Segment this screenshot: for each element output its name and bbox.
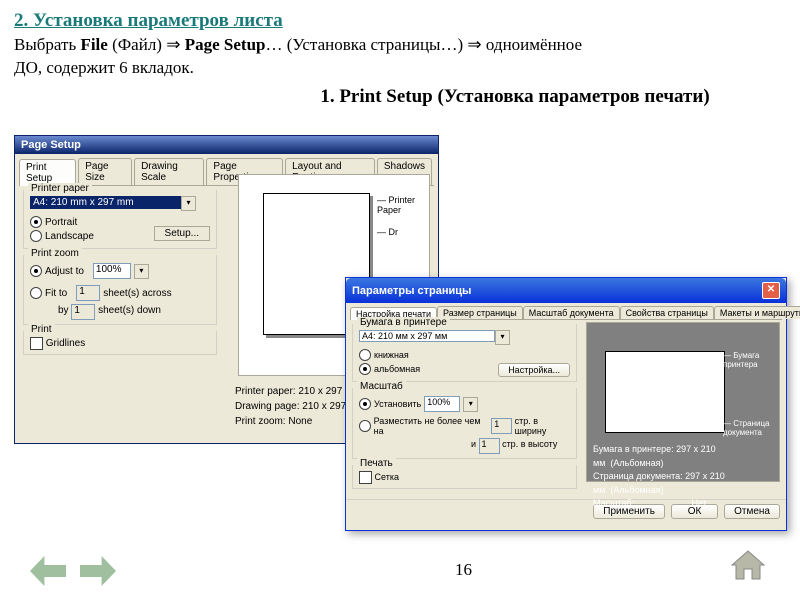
gridlines-checkbox[interactable] — [30, 337, 43, 350]
tab-page-size[interactable]: Page Size — [78, 158, 132, 185]
setup-button[interactable]: Настройка... — [498, 363, 570, 377]
printer-paper-group: A4: 210 mm x 297 mm▾ Portrait Landscape … — [23, 190, 217, 249]
tab-drawing-scale[interactable]: Drawing Scale — [134, 158, 204, 185]
setup-button[interactable]: Setup... — [154, 226, 210, 241]
home-icon[interactable] — [730, 549, 766, 586]
printer-paper-group: A4: 210 мм x 297 мм▾ книжная альбомная Н… — [352, 324, 577, 382]
preview-drawing-label: — Страница документа — [723, 419, 779, 437]
dropdown-icon[interactable]: ▾ — [495, 330, 510, 345]
section-heading: 2. Установка параметров листа — [0, 0, 800, 34]
tab-layout-routing[interactable]: Макеты и маршруты — [714, 306, 800, 319]
preview-pane: — Бумага принтера — Страница документа Б… — [586, 322, 780, 482]
print-group: Gridlines — [23, 331, 217, 355]
fit-across-value[interactable]: 1 — [491, 418, 511, 434]
print-zoom-group: Установить 100%▾ Разместить не более чем… — [352, 388, 577, 459]
paper-size-select[interactable]: A4: 210 мм x 297 мм — [359, 330, 495, 342]
next-arrow-icon[interactable] — [80, 556, 116, 586]
dropdown-icon[interactable]: ▾ — [134, 264, 149, 279]
numbered-subheading: 1. Print Setup (Установка параметров печ… — [0, 80, 800, 108]
dropdown-icon[interactable]: ▾ — [463, 397, 478, 412]
fit-down-value[interactable]: 1 — [479, 438, 500, 454]
print-group: Сетка — [352, 465, 577, 489]
tab-page-size[interactable]: Размер страницы — [437, 306, 523, 319]
tab-drawing-scale[interactable]: Масштаб документа — [523, 306, 620, 319]
radio-adjust-to[interactable]: Установить 100%▾ — [359, 396, 570, 412]
radio-fit-to[interactable]: Fit to 1 sheet(s) across — [30, 285, 210, 301]
tab-print-setup[interactable]: Print Setup — [19, 159, 76, 186]
preview-drawing-label: — Dr — [377, 227, 398, 237]
fit-across-value[interactable]: 1 — [76, 285, 100, 301]
paper-size-select[interactable]: A4: 210 mm x 297 mm — [30, 196, 181, 209]
radio-landscape[interactable]: альбомная — [359, 363, 420, 375]
dropdown-icon[interactable]: ▾ — [181, 196, 196, 211]
tab-page-properties[interactable]: Свойства страницы — [620, 306, 714, 319]
dialog-title: Параметры страницы ✕ — [346, 278, 786, 303]
gridlines-checkbox[interactable] — [359, 471, 372, 484]
radio-adjust-to[interactable]: Adjust to 100%▾ — [30, 263, 210, 279]
adjust-value[interactable]: 100% — [424, 396, 460, 412]
preview-printer-label: — Бумага принтера — [723, 351, 779, 369]
radio-portrait[interactable]: Portrait — [30, 216, 94, 228]
radio-fit-to[interactable]: Разместить не более чем на 1 стр. в шири… — [359, 416, 570, 436]
print-zoom-group: Adjust to 100%▾ Fit to 1 sheet(s) across… — [23, 255, 217, 325]
radio-portrait[interactable]: книжная — [359, 349, 420, 361]
body-text: Выбрать File (Файл) ⇒ Page Setup… (Устан… — [0, 34, 800, 80]
prev-arrow-icon[interactable] — [30, 556, 66, 586]
adjust-value[interactable]: 100% — [93, 263, 131, 279]
preview-printer-label: — Printer Paper — [377, 195, 429, 215]
radio-landscape[interactable]: Landscape — [30, 230, 94, 242]
dialog-title: Page Setup — [15, 136, 438, 154]
dimensions-readout: Бумага в принтере: 297 x 210 мм (Альбомн… — [593, 443, 779, 511]
close-icon[interactable]: ✕ — [762, 282, 780, 299]
page-setup-dialog-ru: Параметры страницы ✕ Настройка печати Ра… — [345, 277, 787, 531]
fit-down-value[interactable]: 1 — [71, 304, 95, 320]
page-number: 16 — [455, 560, 472, 580]
preview-page — [605, 351, 725, 433]
